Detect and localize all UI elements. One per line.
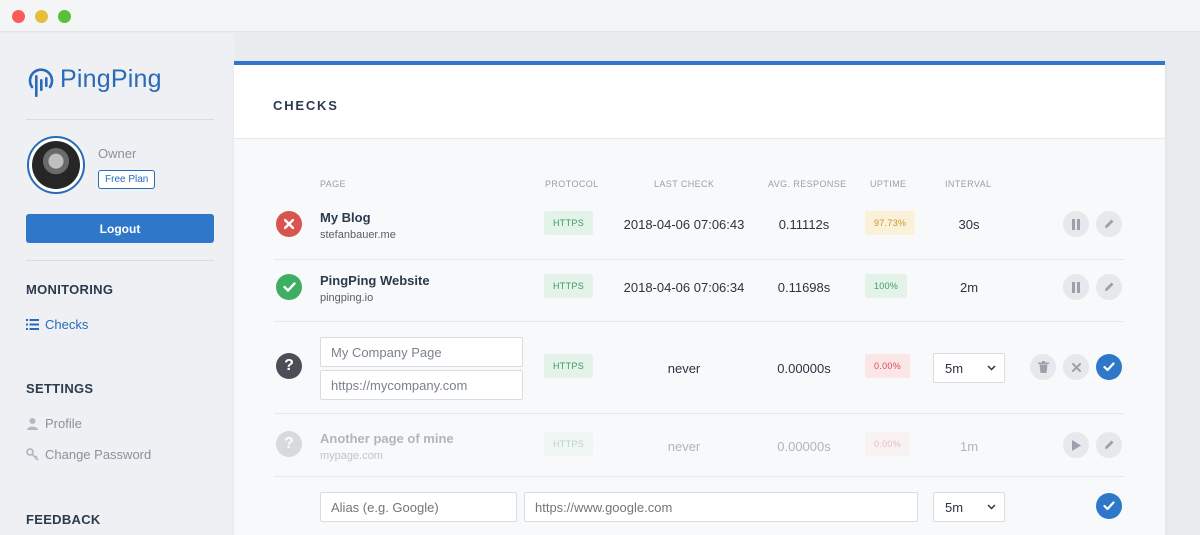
protocol-badge: HTTPS bbox=[544, 354, 594, 378]
avg-response: 0.11112s bbox=[778, 217, 830, 232]
uptime-badge: 0.00% bbox=[865, 354, 911, 378]
check-icon bbox=[1103, 501, 1115, 511]
check-url: stefanbauer.me bbox=[320, 229, 396, 241]
check-name[interactable]: Another page of mine bbox=[320, 431, 454, 446]
app-logo[interactable]: PingPing bbox=[26, 61, 162, 97]
column-header-interval: INTERVAL bbox=[945, 179, 992, 189]
check-icon bbox=[1103, 362, 1115, 372]
status-paused-icon: ? bbox=[276, 431, 302, 457]
row-divider bbox=[274, 321, 1124, 322]
last-check: 2018-04-06 07:06:34 bbox=[623, 280, 745, 295]
user-icon bbox=[27, 418, 38, 430]
minimize-window-button[interactable] bbox=[35, 10, 48, 23]
new-interval-select[interactable]: 5m bbox=[933, 492, 1005, 522]
settings-heading: SETTINGS bbox=[26, 381, 94, 396]
row-divider bbox=[274, 476, 1124, 477]
monitoring-heading: MONITORING bbox=[26, 282, 114, 297]
resume-button[interactable] bbox=[1063, 432, 1089, 458]
pencil-icon bbox=[1105, 282, 1114, 291]
pause-icon bbox=[1072, 218, 1080, 230]
uptime-badge: 0.00% bbox=[865, 432, 911, 456]
status-unknown-icon: ? bbox=[276, 353, 302, 379]
last-check: 2018-04-06 07:06:43 bbox=[623, 217, 745, 232]
pencil-icon bbox=[1105, 440, 1114, 449]
check-url: pingping.io bbox=[320, 292, 374, 304]
pingping-logo-icon bbox=[28, 68, 54, 97]
save-button[interactable] bbox=[1096, 354, 1122, 380]
sidebar-item-label: Profile bbox=[45, 416, 82, 431]
protocol-badge: HTTPS bbox=[544, 274, 594, 298]
checks-panel: CHECKS PAGE PROTOCOL LAST CHECK AVG. RES… bbox=[234, 61, 1165, 535]
last-check: never bbox=[667, 361, 701, 376]
alias-input[interactable] bbox=[320, 492, 517, 522]
column-header-avg-response: AVG. RESPONSE bbox=[768, 179, 847, 189]
status-up-icon bbox=[276, 274, 302, 300]
pencil-icon bbox=[1105, 219, 1114, 228]
edit-button[interactable] bbox=[1096, 211, 1122, 237]
check-name[interactable]: My Blog bbox=[320, 210, 371, 225]
column-header-page: PAGE bbox=[320, 179, 346, 189]
page-title: CHECKS bbox=[273, 98, 339, 113]
avg-response: 0.11698s bbox=[777, 280, 831, 295]
check-name[interactable]: PingPing Website bbox=[320, 273, 430, 288]
sidebar-item-profile[interactable]: Profile bbox=[26, 416, 82, 431]
column-header-last-check: LAST CHECK bbox=[654, 179, 715, 189]
uptime-badge: 100% bbox=[865, 274, 908, 298]
edit-button[interactable] bbox=[1096, 274, 1122, 300]
sidebar-item-checks[interactable]: Checks bbox=[26, 317, 88, 332]
interval-value: 5m bbox=[945, 499, 964, 515]
column-header-protocol: PROTOCOL bbox=[545, 179, 599, 189]
divider bbox=[26, 119, 214, 120]
pause-button[interactable] bbox=[1063, 211, 1089, 237]
avg-response: 0.00000s bbox=[777, 439, 831, 454]
check-url: mypage.com bbox=[320, 450, 383, 462]
chevron-down-icon bbox=[987, 504, 996, 510]
interval-select[interactable]: 5m bbox=[933, 353, 1005, 383]
delete-button[interactable] bbox=[1030, 354, 1056, 380]
divider bbox=[26, 260, 214, 261]
cancel-button[interactable] bbox=[1063, 354, 1089, 380]
interval-value: 5m bbox=[945, 360, 964, 376]
close-icon bbox=[1071, 362, 1081, 372]
check-interval: 1m bbox=[959, 439, 979, 454]
play-icon bbox=[1072, 439, 1081, 451]
check-interval: 2m bbox=[959, 280, 979, 295]
row-divider bbox=[274, 413, 1124, 414]
check-name-input[interactable] bbox=[320, 337, 523, 367]
feedback-heading[interactable]: FEEDBACK bbox=[26, 512, 101, 527]
sidebar-item-label: Checks bbox=[45, 317, 89, 332]
window-titlebar bbox=[0, 0, 1200, 32]
pause-button[interactable] bbox=[1063, 274, 1089, 300]
user-role: Owner bbox=[98, 146, 137, 161]
status-down-icon bbox=[276, 211, 302, 237]
protocol-badge: HTTPS bbox=[544, 432, 594, 456]
maximize-window-button[interactable] bbox=[58, 10, 71, 23]
key-icon bbox=[26, 448, 39, 461]
chevron-down-icon bbox=[987, 365, 996, 371]
row-divider bbox=[274, 259, 1124, 260]
column-header-uptime: UPTIME bbox=[870, 179, 907, 189]
close-window-button[interactable] bbox=[12, 10, 25, 23]
sidebar: PingPing Owner Free Plan Logout MONITORI… bbox=[0, 33, 234, 535]
protocol-badge: HTTPS bbox=[544, 211, 594, 235]
url-input[interactable] bbox=[524, 492, 918, 522]
pause-icon bbox=[1072, 281, 1080, 293]
add-check-button[interactable] bbox=[1096, 493, 1122, 519]
logout-button[interactable]: Logout bbox=[26, 214, 214, 243]
avatar bbox=[27, 136, 85, 194]
check-interval: 30s bbox=[958, 217, 980, 232]
avg-response: 0.00000s bbox=[777, 361, 831, 376]
sidebar-item-label: Change Password bbox=[45, 447, 152, 462]
trash-icon bbox=[1037, 361, 1049, 373]
uptime-badge: 97.73% bbox=[865, 211, 916, 235]
last-check: never bbox=[667, 439, 701, 454]
sidebar-item-change-password[interactable]: Change Password bbox=[26, 447, 151, 462]
list-icon bbox=[26, 319, 39, 330]
edit-button[interactable] bbox=[1096, 432, 1122, 458]
check-url-input[interactable] bbox=[320, 370, 523, 400]
plan-badge[interactable]: Free Plan bbox=[98, 170, 156, 189]
app-name: PingPing bbox=[60, 64, 162, 93]
